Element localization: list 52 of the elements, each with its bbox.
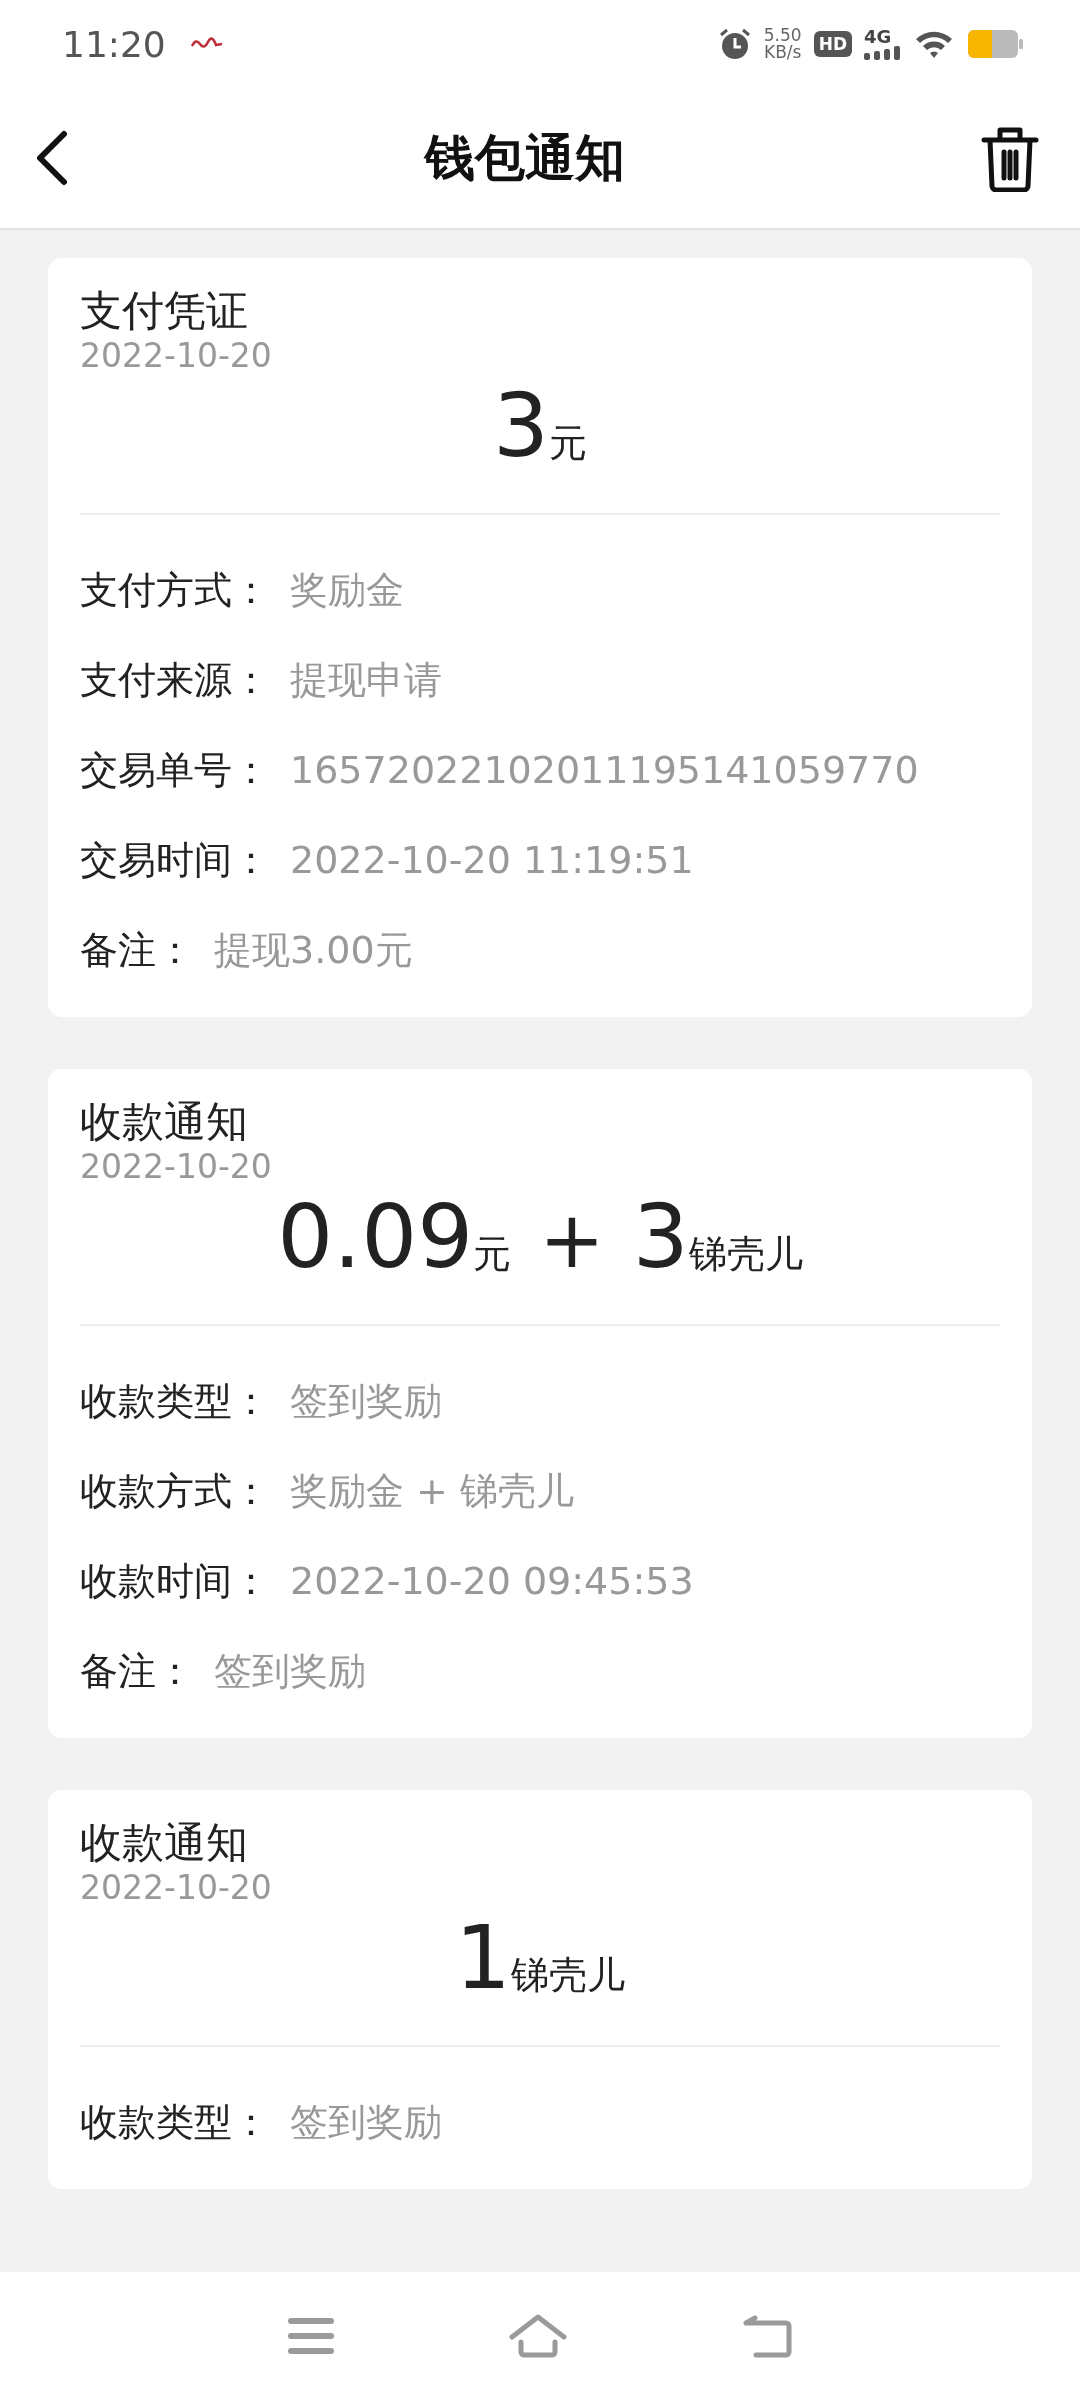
- field-label: 收款时间：: [80, 1557, 270, 1605]
- amount-unit: 元: [473, 1231, 512, 1278]
- field-label: 备注：: [80, 1647, 194, 1695]
- amount-value: 3: [632, 1187, 689, 1287]
- notice-date: 2022-10-20: [80, 1868, 273, 1908]
- clock-time: 11:20: [62, 23, 166, 65]
- field-value: 16572022102011195141059770: [290, 748, 919, 792]
- speed-unit: KB/s: [764, 44, 802, 61]
- return-icon: [742, 2313, 793, 2359]
- menu-icon: [287, 2317, 334, 2355]
- home-icon: [509, 2314, 567, 2358]
- field-value: 提现申请: [290, 656, 442, 704]
- back-button[interactable]: [34, 130, 70, 186]
- field-value: 奖励金: [290, 566, 404, 614]
- signal-icon: [864, 46, 902, 60]
- network-type: 4G: [864, 28, 892, 46]
- notice-date: 2022-10-20: [80, 1147, 273, 1187]
- field-label: 收款方式：: [80, 1467, 270, 1515]
- amount-value: 0.09: [277, 1187, 474, 1287]
- field-label: 支付方式：: [80, 566, 270, 614]
- field-label: 备注：: [80, 926, 194, 974]
- field-value: 2022-10-20 11:19:51: [290, 838, 694, 882]
- home-button[interactable]: [509, 2314, 567, 2358]
- back-icon: [34, 130, 70, 186]
- field-value: 奖励金 + 锑壳儿: [290, 1467, 574, 1515]
- battery-icon: [968, 30, 1024, 58]
- field-value: 2022-10-20 09:45:53: [290, 1559, 694, 1603]
- plus-sign: +: [539, 1194, 605, 1287]
- back-nav-button[interactable]: [742, 2313, 793, 2359]
- speed-value: 5.50: [763, 27, 802, 44]
- field-label: 支付来源：: [80, 656, 270, 704]
- field-value: 签到奖励: [214, 1647, 366, 1695]
- field-label: 交易时间：: [80, 836, 270, 884]
- menu-button[interactable]: [287, 2317, 334, 2355]
- notice-date: 2022-10-20: [80, 336, 273, 376]
- notice-title: 收款通知: [80, 1818, 249, 1868]
- hd-badge: HD: [813, 31, 852, 57]
- alarm-icon: [717, 27, 752, 61]
- amount-unit: 锑壳儿: [688, 1231, 803, 1278]
- field-value: 签到奖励: [290, 2098, 442, 2146]
- amount-unit: 元: [549, 420, 587, 467]
- field-label: 收款类型：: [80, 2098, 270, 2146]
- notice-title: 支付凭证: [80, 286, 249, 336]
- amount-unit: 锑壳儿: [511, 1952, 625, 1999]
- notice-title: 收款通知: [80, 1097, 249, 1147]
- amount-value: 3: [493, 376, 549, 476]
- field-value: 签到奖励: [290, 1377, 442, 1425]
- page-title: 钱包通知: [425, 127, 625, 189]
- field-label: 收款类型：: [80, 1377, 270, 1425]
- field-label: 交易单号：: [80, 746, 270, 794]
- field-value: 提现3.00元: [214, 926, 413, 974]
- amount-value: 1: [455, 1908, 511, 2008]
